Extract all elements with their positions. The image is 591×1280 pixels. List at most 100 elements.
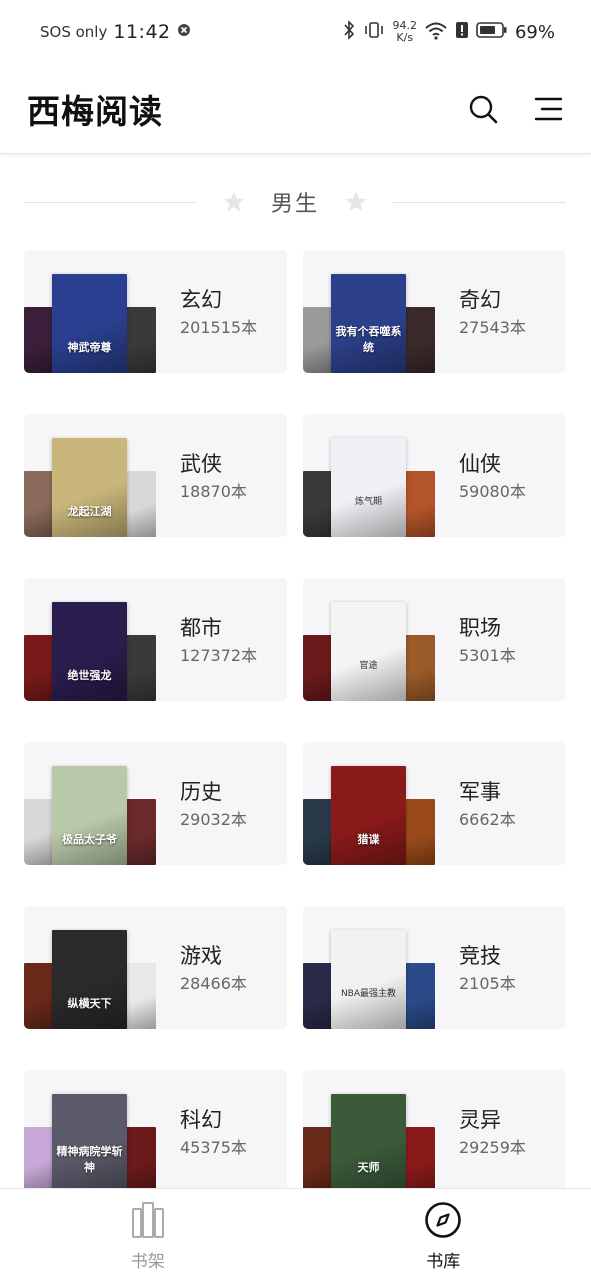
- cover-title: 猎谍: [357, 833, 380, 846]
- category-info: 仙侠 59080本: [459, 450, 526, 504]
- vibrate-icon: [363, 20, 385, 44]
- category-count: 45375本: [180, 1138, 247, 1157]
- category-name: 玄幻: [180, 288, 222, 312]
- book-cover-main: 极品太子爷: [52, 766, 127, 865]
- book-cover: [124, 799, 156, 865]
- category-name: 武侠: [180, 452, 222, 476]
- book-cover-main: 猎谍: [331, 766, 406, 865]
- book-cover: [24, 799, 54, 865]
- category-info: 竞技 2105本: [459, 942, 516, 996]
- category-name: 科幻: [180, 1108, 222, 1132]
- category-name: 历史: [180, 780, 222, 804]
- app-header: 西梅阅读: [0, 64, 591, 154]
- book-cover-main: 绝世强龙: [52, 602, 127, 701]
- search-icon: [469, 95, 498, 123]
- book-cover: [403, 471, 435, 537]
- category-card[interactable]: 纵横天下 游戏 28466本: [24, 906, 287, 1029]
- category-count: 201515本: [180, 318, 258, 337]
- book-cover-main: 纵横天下: [52, 930, 127, 1029]
- divider-right: [393, 201, 567, 203]
- book-cover-main: 炼气期: [331, 438, 406, 537]
- book-cover: [403, 635, 435, 701]
- category-count: 28466本: [180, 974, 247, 993]
- status-left: SOS only 11:42: [40, 21, 191, 43]
- book-covers: 龙起江湖: [24, 414, 164, 537]
- category-card[interactable]: 精神病院学斩神 科幻 45375本: [24, 1070, 287, 1193]
- book-cover-main: 神武帝尊: [52, 274, 127, 373]
- nav-bookshelf[interactable]: 书架: [0, 1189, 296, 1280]
- cover-title: 天师: [357, 1161, 380, 1174]
- cover-title: 官途: [359, 661, 378, 671]
- book-cover: [24, 635, 54, 701]
- cover-title: 精神病院学斩神: [56, 1145, 123, 1174]
- category-card[interactable]: 绝世强龙 都市 127372本: [24, 578, 287, 701]
- category-name: 职场: [459, 616, 501, 640]
- status-right: 94.2 K/s 69%: [342, 20, 555, 44]
- category-count: 6662本: [459, 810, 516, 829]
- battery-icon: [476, 21, 508, 43]
- book-cover: [124, 635, 156, 701]
- category-count: 18870本: [180, 482, 247, 501]
- category-info: 科幻 45375本: [180, 1106, 247, 1160]
- star-icon: [221, 189, 247, 215]
- nav-bookshelf-label: 书架: [130, 1252, 165, 1272]
- book-covers: 猎谍: [303, 742, 443, 865]
- category-count: 127372本: [180, 646, 258, 665]
- book-cover: [303, 799, 333, 865]
- category-card[interactable]: 炼气期 仙侠 59080本: [303, 414, 566, 537]
- book-covers: NBA最强主教: [303, 906, 443, 1029]
- book-cover: [403, 963, 435, 1029]
- alert-icon: [455, 20, 469, 44]
- cover-title: 极品太子爷: [62, 833, 117, 846]
- book-cover: [124, 307, 156, 373]
- category-count: 29259本: [459, 1138, 526, 1157]
- nav-library[interactable]: 书库: [296, 1189, 591, 1280]
- category-count: 29032本: [180, 810, 247, 829]
- book-covers: 我有个吞噬系统: [303, 250, 443, 373]
- category-info: 奇幻 27543本: [459, 286, 526, 340]
- category-name: 都市: [180, 616, 222, 640]
- category-name: 军事: [459, 780, 501, 804]
- nav-library-label: 书库: [426, 1252, 461, 1272]
- category-card[interactable]: 猎谍 军事 6662本: [303, 742, 566, 865]
- wifi-icon: [424, 20, 448, 44]
- category-name: 奇幻: [459, 288, 501, 312]
- book-covers: 精神病院学斩神: [24, 1070, 164, 1193]
- cover-title: 神武帝尊: [67, 341, 112, 354]
- cover-title: 我有个吞噬系统: [335, 325, 402, 354]
- category-card[interactable]: NBA最强主教 竞技 2105本: [303, 906, 566, 1029]
- category-name: 灵异: [459, 1108, 501, 1132]
- category-card[interactable]: 神武帝尊 玄幻 201515本: [24, 250, 287, 373]
- divider-left: [24, 201, 197, 203]
- bluetooth-icon: [342, 20, 356, 44]
- book-cover: [303, 307, 333, 373]
- category-info: 武侠 18870本: [180, 450, 247, 504]
- category-name: 游戏: [180, 944, 222, 968]
- book-covers: 绝世强龙: [24, 578, 164, 701]
- book-covers: 极品太子爷: [24, 742, 164, 865]
- category-count: 5301本: [459, 646, 516, 665]
- category-info: 军事 6662本: [459, 778, 516, 832]
- category-count: 27543本: [459, 318, 526, 337]
- cover-title: 龙起江湖: [67, 505, 112, 518]
- search-button[interactable]: [466, 92, 500, 126]
- book-cover: [124, 1127, 156, 1193]
- category-card[interactable]: 天师 灵异 29259本: [303, 1070, 566, 1193]
- bookshelf-icon: [129, 1201, 167, 1239]
- section-title: 男生: [271, 192, 320, 217]
- menu-icon: [534, 97, 562, 120]
- category-grid: 神武帝尊 玄幻 201515本 我有个吞噬系统 奇幻 27543本 龙起江湖 武侠 1887…: [24, 250, 566, 1193]
- menu-button[interactable]: [530, 92, 564, 126]
- category-card[interactable]: 我有个吞噬系统 奇幻 27543本: [303, 250, 566, 373]
- status-bar: SOS only 11:42 94.2 K/s 69%: [0, 0, 591, 64]
- category-card[interactable]: 官途 职场 5301本: [303, 578, 566, 701]
- book-covers: 天师: [303, 1070, 443, 1193]
- book-cover: [24, 471, 54, 537]
- section-header: 男生: [24, 180, 567, 224]
- category-card[interactable]: 极品太子爷 历史 29032本: [24, 742, 287, 865]
- net-speed: 94.2 K/s: [392, 19, 417, 44]
- category-card[interactable]: 龙起江湖 武侠 18870本: [24, 414, 287, 537]
- book-covers: 官途: [303, 578, 443, 701]
- book-cover: [303, 635, 333, 701]
- category-info: 历史 29032本: [180, 778, 247, 832]
